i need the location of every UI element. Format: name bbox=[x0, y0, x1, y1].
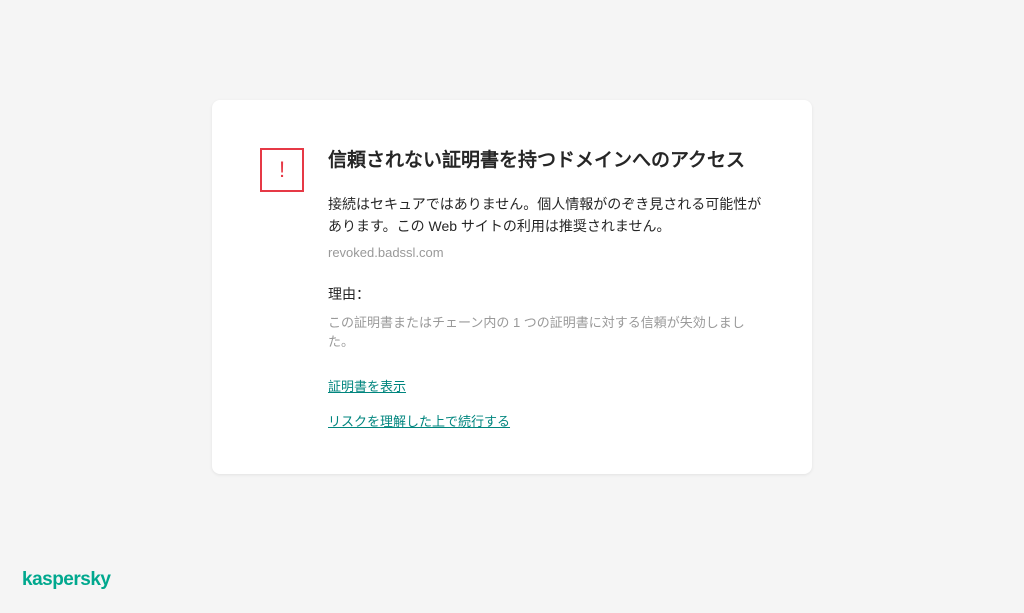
show-certificate-link[interactable]: 証明書を表示 bbox=[328, 376, 764, 395]
card-content: ! 信頼されない証明書を持つドメインへのアクセス 接続はセキュアではありません。… bbox=[260, 148, 764, 430]
brand-logo: kaspersky bbox=[22, 569, 110, 591]
continue-anyway-link[interactable]: リスクを理解した上で続行する bbox=[328, 411, 764, 430]
domain-text: revoked.badssl.com bbox=[328, 245, 764, 260]
text-content: 信頼されない証明書を持つドメインへのアクセス 接続はセキュアではありません。個人… bbox=[328, 148, 764, 430]
reason-label: 理由： bbox=[328, 284, 764, 304]
exclamation-icon: ! bbox=[279, 159, 285, 181]
warning-title: 信頼されない証明書を持つドメインへのアクセス bbox=[328, 148, 764, 175]
warning-card: ! 信頼されない証明書を持つドメインへのアクセス 接続はセキュアではありません。… bbox=[212, 100, 812, 474]
reason-text: この証明書またはチェーン内の 1 つの証明書に対する信頼が失効しました。 bbox=[328, 312, 764, 350]
warning-description: 接続はセキュアではありません。個人情報がのぞき見される可能性があります。この W… bbox=[328, 193, 764, 238]
warning-icon: ! bbox=[260, 148, 304, 192]
